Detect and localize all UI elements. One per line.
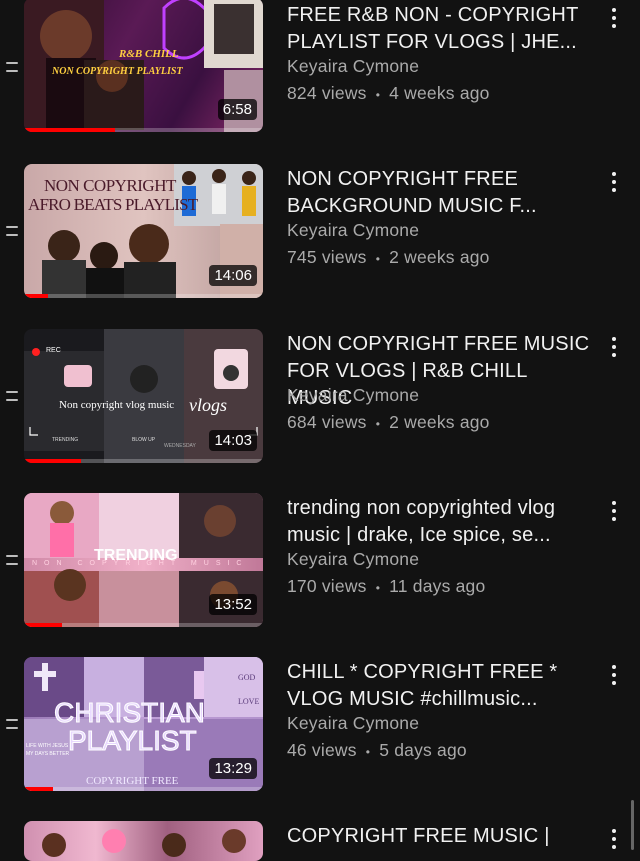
more-vert-icon[interactable]: [604, 8, 624, 28]
drag-handle-icon[interactable]: [6, 226, 18, 236]
thumbnail-text: NON COPYRIGHT PLAYLIST: [52, 66, 183, 77]
scrollbar[interactable]: [631, 800, 634, 850]
thumbnail-text: WEDNESDAY: [164, 443, 196, 449]
thumbnail-text: PLAYLIST: [68, 725, 198, 757]
meta-separator: •: [365, 745, 371, 759]
video-thumbnail[interactable]: CHRISTIAN PLAYLIST COPYRIGHT FREE GOD LO…: [24, 657, 263, 791]
video-row[interactable]: NON COPYRIGHT AFRO BEATS PLAYLIST 14:06 …: [0, 164, 640, 328]
more-vert-icon[interactable]: [604, 665, 624, 685]
drag-handle-icon[interactable]: [6, 62, 18, 72]
drag-handle-icon[interactable]: [6, 391, 18, 401]
watched-progress: [24, 787, 53, 791]
channel-name[interactable]: Keyaira Cymone: [287, 549, 419, 570]
thumbnail-text: NON COPYRIGHT: [44, 176, 176, 195]
thumbnail-text: MY DAYS BETTER: [26, 751, 70, 757]
video-row[interactable]: R&B CHILL NON COPYRIGHT PLAYLIST 6:58 FR…: [0, 0, 640, 164]
video-row[interactable]: CHRISTIAN PLAYLIST COPYRIGHT FREE GOD LO…: [0, 657, 640, 821]
video-title[interactable]: FREE R&B NON - COPYRIGHT PLAYLIST FOR VL…: [287, 2, 597, 56]
duration-badge: 13:29: [209, 758, 257, 779]
video-meta: 46 views • 5 days ago: [287, 740, 467, 761]
video-meta: 684 views • 2 weeks ago: [287, 412, 490, 433]
thumbnail-text: GOD: [238, 673, 256, 682]
view-count: 684 views: [287, 412, 367, 432]
channel-name[interactable]: Keyaira Cymone: [287, 56, 419, 77]
meta-separator: •: [375, 417, 381, 431]
more-vert-icon[interactable]: [604, 829, 624, 849]
video-row[interactable]: TRENDING NON COPYRIGHT MUSIC 13:52 trend…: [0, 493, 640, 657]
video-title[interactable]: COPYRIGHT FREE MUSIC |: [287, 823, 597, 850]
watched-progress: [24, 128, 115, 132]
video-thumbnail[interactable]: NON COPYRIGHT AFRO BEATS PLAYLIST 14:06: [24, 164, 263, 298]
upload-age: 2 weeks ago: [389, 247, 490, 267]
watched-progress: [24, 294, 48, 298]
channel-name[interactable]: Keyaira Cymone: [287, 713, 419, 734]
meta-separator: •: [375, 581, 381, 595]
thumbnail-text: Non copyright vlog music: [59, 399, 175, 411]
duration-badge: 14:03: [209, 430, 257, 451]
drag-handle-icon[interactable]: [6, 719, 18, 729]
meta-separator: •: [375, 252, 381, 266]
video-thumbnail[interactable]: TRENDING NON COPYRIGHT MUSIC 13:52: [24, 493, 263, 627]
duration-badge: 14:06: [209, 265, 257, 286]
video-thumbnail[interactable]: REC Non copyright vlog music vlogs TREND…: [24, 329, 263, 463]
meta-separator: •: [375, 88, 381, 102]
video-row[interactable]: REC Non copyright vlog music vlogs TREND…: [0, 329, 640, 493]
thumbnail-text: R&B CHILL: [119, 48, 179, 60]
view-count: 170 views: [287, 576, 367, 596]
view-count: 46 views: [287, 740, 357, 760]
duration-badge: 13:52: [209, 594, 257, 615]
progress-track: [24, 294, 263, 298]
video-title[interactable]: trending non copyrighted vlog music | dr…: [287, 495, 597, 549]
thumbnail-text: NON COPYRIGHT MUSIC: [32, 560, 249, 567]
video-meta: 170 views • 11 days ago: [287, 576, 485, 597]
video-thumbnail[interactable]: R&B CHILL NON COPYRIGHT PLAYLIST 6:58: [24, 0, 263, 132]
thumbnail-text: TRENDING: [52, 437, 79, 443]
video-title[interactable]: CHILL * COPYRIGHT FREE * VLOG MUSIC #chi…: [287, 659, 597, 713]
video-meta: 824 views • 4 weeks ago: [287, 83, 490, 104]
progress-track: [24, 787, 263, 791]
thumbnail-text: vlogs: [189, 395, 227, 415]
video-row[interactable]: COPYRIGHT FREE MUSIC |: [0, 821, 640, 861]
drag-handle-icon[interactable]: [6, 555, 18, 565]
upload-age: 2 weeks ago: [389, 412, 490, 432]
thumbnail-text: COPYRIGHT FREE: [86, 775, 179, 787]
view-count: 824 views: [287, 83, 367, 103]
upload-age: 5 days ago: [379, 740, 467, 760]
upload-age: 4 weeks ago: [389, 83, 490, 103]
video-meta: 745 views • 2 weeks ago: [287, 247, 490, 268]
video-title[interactable]: NON COPYRIGHT FREE BACKGROUND MUSIC F...: [287, 166, 597, 220]
video-thumbnail[interactable]: [24, 821, 263, 861]
upload-age: 11 days ago: [389, 576, 486, 596]
more-vert-icon[interactable]: [604, 172, 624, 192]
duration-badge: 6:58: [217, 99, 257, 120]
channel-name[interactable]: Keyaira Cymone: [287, 220, 419, 241]
more-vert-icon[interactable]: [604, 501, 624, 521]
thumbnail-art: [42, 829, 246, 857]
thumbnail-text: BLOW UP: [132, 437, 156, 443]
watched-progress: [24, 623, 63, 627]
channel-name[interactable]: Keyaira Cymone: [287, 385, 419, 406]
more-vert-icon[interactable]: [604, 337, 624, 357]
thumbnail-text: LOVE: [238, 697, 260, 706]
thumbnail-text: LIFE WITH JESUS: [26, 743, 69, 749]
thumbnail-text: AFRO BEATS PLAYLIST: [28, 195, 198, 214]
watched-progress: [24, 459, 82, 463]
thumbnail-text: REC: [46, 347, 61, 354]
view-count: 745 views: [287, 247, 367, 267]
